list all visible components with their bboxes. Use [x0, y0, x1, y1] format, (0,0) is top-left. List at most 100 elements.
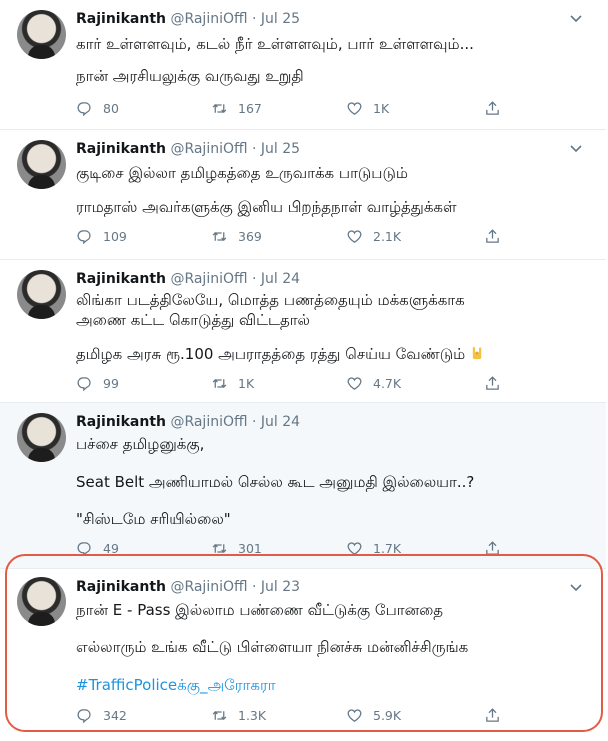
tweet-actions: 109 369 2.1K	[76, 228, 606, 246]
rock-hand-emoji	[472, 346, 482, 360]
like-icon	[347, 102, 362, 115]
tweet-text: நான் அரசியலுக்கு வருவது உறுதி	[76, 67, 304, 85]
retweet-count: 1.3K	[238, 708, 267, 723]
tweet-5[interactable]: Rajinikanth @RajiniOffl · Jul 23 நான் E …	[0, 569, 606, 741]
retweet-button[interactable]: 301	[211, 540, 262, 557]
like-count: 5.9K	[373, 708, 402, 723]
retweet-button[interactable]: 167	[211, 100, 262, 117]
tweet-text: "சிஸ்டமே சரியில்லை"	[76, 510, 231, 528]
avatar[interactable]	[17, 413, 66, 462]
tweet-date[interactable]: Jul 24	[261, 414, 300, 430]
reply-button[interactable]: 109	[76, 228, 127, 245]
tweet-text-with-emoji: தமிழக அரசு ரூ.100 அபராதத்தை ரத்து செய்ய …	[76, 345, 485, 365]
hashtag-link[interactable]: #TrafficPoliceக்கு_அரோகரா	[76, 676, 276, 696]
author-handle[interactable]: @RajiniOffl	[170, 11, 247, 27]
share-icon	[486, 376, 499, 390]
share-button[interactable]	[484, 540, 511, 557]
retweet-button[interactable]: 1.3K	[211, 707, 266, 724]
tweet-text: கார் உள்ளளவும், கடல் நீர் உள்ளளவும், பார…	[76, 35, 474, 53]
like-button[interactable]: 4.7K	[346, 375, 401, 392]
chevron-down-icon[interactable]	[568, 140, 584, 156]
share-button[interactable]	[484, 100, 511, 117]
like-button[interactable]: 2.1K	[346, 228, 401, 245]
reply-button[interactable]: 49	[76, 540, 119, 557]
share-icon	[486, 229, 499, 243]
tweet-date[interactable]: Jul 25	[261, 11, 300, 27]
separator: ·	[252, 579, 257, 595]
tweet-text: தமிழக அரசு ரூ.100 அபராதத்தை ரத்து செய்ய …	[76, 345, 466, 363]
author-name[interactable]: Rajinikanth	[76, 11, 166, 27]
author-handle[interactable]: @RajiniOffl	[170, 579, 247, 595]
tweet-actions: 342 1.3K 5.9K	[76, 707, 606, 725]
like-button[interactable]: 1.7K	[346, 540, 401, 557]
like-icon	[347, 377, 362, 390]
avatar[interactable]	[17, 140, 66, 189]
tweet-date[interactable]: Jul 23	[261, 579, 300, 595]
like-button[interactable]: 5.9K	[346, 707, 401, 724]
reply-icon	[77, 102, 91, 117]
chevron-down-icon[interactable]	[568, 10, 584, 26]
like-button[interactable]: 1K	[346, 100, 389, 117]
retweet-icon	[212, 104, 227, 113]
separator: ·	[252, 141, 257, 157]
tweet-actions: 49 301 1.7K	[76, 540, 606, 558]
retweet-icon	[212, 232, 227, 241]
avatar[interactable]	[17, 10, 66, 59]
tweet-header: Rajinikanth @RajiniOffl · Jul 25	[76, 11, 300, 27]
tweet-text: லிங்கா படத்திலேயே, மொத்த பணத்தையும் மக்க…	[76, 291, 465, 309]
author-name[interactable]: Rajinikanth	[76, 579, 166, 595]
retweet-button[interactable]: 369	[211, 228, 262, 245]
author-handle[interactable]: @RajiniOffl	[170, 141, 247, 157]
tweet-date[interactable]: Jul 24	[261, 271, 300, 287]
tweet-header: Rajinikanth @RajiniOffl · Jul 24	[76, 414, 300, 430]
author-name[interactable]: Rajinikanth	[76, 414, 166, 430]
share-button[interactable]	[484, 375, 511, 392]
reply-count: 80	[103, 101, 119, 116]
tweet-1[interactable]: Rajinikanth @RajiniOffl · Jul 25 கார் உள…	[0, 0, 606, 130]
retweet-count: 369	[238, 229, 262, 244]
author-name[interactable]: Rajinikanth	[76, 271, 166, 287]
retweet-button[interactable]: 1K	[211, 375, 254, 392]
tweet-text: பச்சை தமிழனுக்கு,	[76, 435, 205, 453]
reply-icon	[77, 230, 91, 245]
retweet-icon	[212, 711, 227, 720]
tweet-header: Rajinikanth @RajiniOffl · Jul 24	[76, 271, 300, 287]
tweet-actions: 80 167 1K	[76, 100, 606, 118]
avatar[interactable]	[17, 577, 66, 626]
reply-button[interactable]: 80	[76, 100, 119, 117]
reply-icon	[77, 542, 91, 557]
reply-icon	[77, 709, 91, 724]
reply-button[interactable]: 99	[76, 375, 119, 392]
reply-count: 99	[103, 376, 119, 391]
retweet-icon	[212, 544, 227, 553]
reply-button[interactable]: 342	[76, 707, 127, 724]
tweet-text: Seat Belt அணியாமல் செல்ல கூட அனுமதி இல்ல…	[76, 473, 475, 491]
like-icon	[347, 230, 362, 243]
author-name[interactable]: Rajinikanth	[76, 141, 166, 157]
share-button[interactable]	[484, 228, 511, 245]
like-icon	[347, 709, 362, 722]
author-handle[interactable]: @RajiniOffl	[170, 271, 247, 287]
avatar[interactable]	[17, 270, 66, 319]
tweet-2[interactable]: Rajinikanth @RajiniOffl · Jul 25 குடிசை …	[0, 130, 606, 260]
retweet-icon	[212, 379, 227, 388]
tweet-header: Rajinikanth @RajiniOffl · Jul 23	[76, 579, 300, 595]
separator: ·	[252, 414, 257, 430]
author-handle[interactable]: @RajiniOffl	[170, 414, 247, 430]
share-button[interactable]	[484, 707, 511, 724]
tweet-header: Rajinikanth @RajiniOffl · Jul 25	[76, 141, 300, 157]
tweet-4[interactable]: Rajinikanth @RajiniOffl · Jul 24 பச்சை த…	[0, 403, 606, 569]
like-count: 4.7K	[373, 376, 402, 391]
share-icon	[486, 708, 499, 722]
reply-icon	[77, 377, 91, 392]
share-icon	[486, 541, 499, 555]
tweet-3[interactable]: Rajinikanth @RajiniOffl · Jul 24 லிங்கா …	[0, 260, 606, 403]
like-count: 1K	[373, 101, 390, 116]
like-count: 2.1K	[373, 229, 402, 244]
tweet-text: ராமதாஸ் அவர்களுக்கு இனிய பிறந்தநாள் வாழ்…	[76, 198, 457, 216]
chevron-down-icon[interactable]	[568, 579, 584, 595]
tweet-text: அணை கட்ட கொடுத்து விட்டதால்	[76, 311, 311, 329]
like-count: 1.7K	[373, 541, 402, 556]
tweet-date[interactable]: Jul 25	[261, 141, 300, 157]
reply-count: 109	[103, 229, 127, 244]
